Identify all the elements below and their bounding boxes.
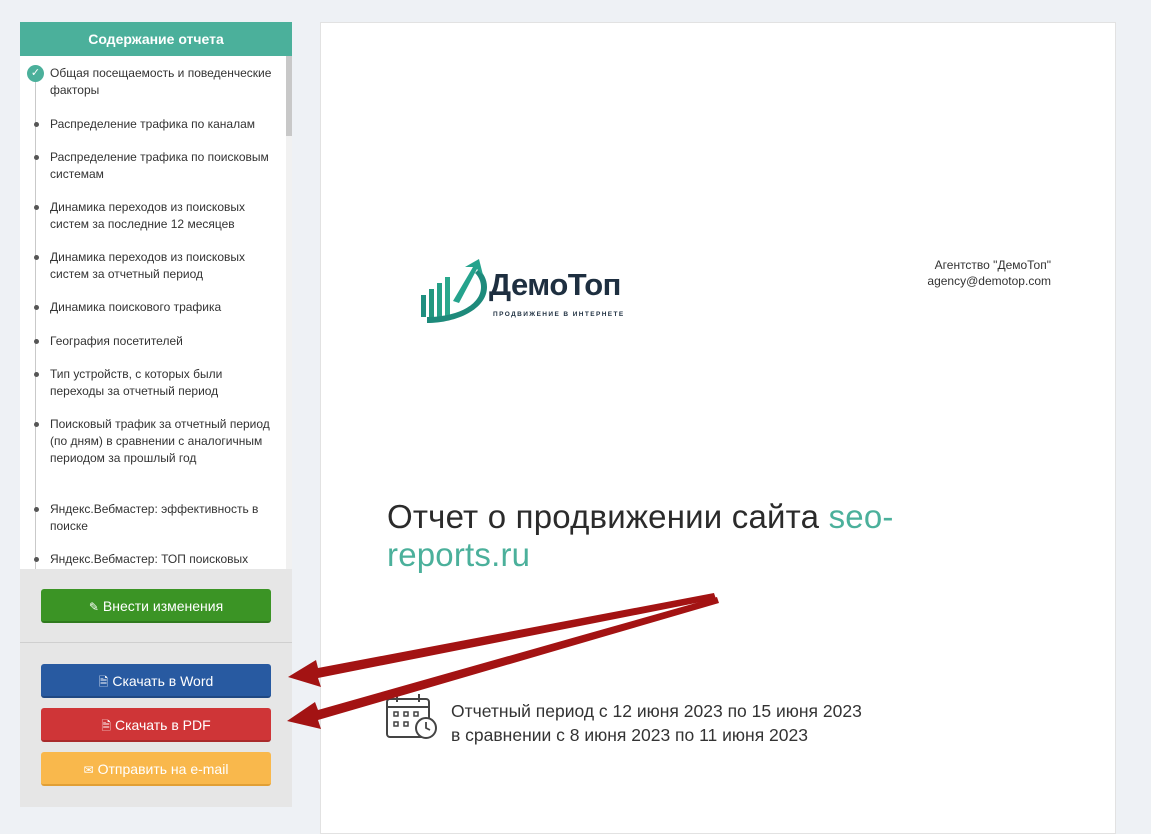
bullet-icon bbox=[34, 305, 39, 310]
toc-item[interactable]: Динамика переходов из поисковых систем з… bbox=[34, 199, 275, 233]
check-icon: ✓ bbox=[27, 65, 44, 82]
download-word-button[interactable]: 🗎 Скачать в Word bbox=[41, 664, 271, 698]
toc-item[interactable]: ✓ Общая посещаемость и поведенческие фак… bbox=[27, 65, 275, 99]
bullet-icon bbox=[34, 122, 39, 127]
toc-item[interactable]: Яндекс.Вебмастер: ТОП поисковых bbox=[34, 551, 275, 568]
bullet-icon bbox=[34, 255, 39, 260]
toc-item[interactable]: География посетителей bbox=[34, 333, 275, 350]
toc-header: Содержание отчета bbox=[20, 22, 292, 56]
toc-item[interactable]: Распределение трафика по поисковым систе… bbox=[34, 149, 275, 183]
edit-icon: ✎ bbox=[88, 600, 99, 614]
toc-item-label: Яндекс.Вебмастер: эффективность в поиске bbox=[50, 502, 259, 533]
toc-timeline-line bbox=[35, 68, 36, 569]
toc-item-label: География посетителей bbox=[50, 334, 183, 348]
toc-item-label: Поисковый трафик за отчетный период (по … bbox=[50, 417, 270, 465]
bullet-icon bbox=[34, 422, 39, 427]
toc-scrollbar[interactable] bbox=[286, 56, 292, 569]
pdf-button-label: Скачать в PDF bbox=[114, 717, 211, 733]
bullet-icon bbox=[34, 557, 39, 562]
toc-item[interactable]: Динамика переходов из поисковых систем з… bbox=[34, 249, 275, 283]
toc-item[interactable]: Распределение трафика по каналам bbox=[34, 116, 275, 133]
word-file-icon: 🗎 bbox=[98, 675, 109, 689]
period-comparison: в сравнении с 8 июня 2023 по 11 июня 202… bbox=[451, 725, 808, 745]
envelope-icon: ✉ bbox=[83, 763, 94, 777]
toc-item[interactable]: Поисковый трафик за отчетный период (по … bbox=[34, 416, 275, 467]
toc-item[interactable]: Динамика поискового трафика bbox=[34, 299, 275, 316]
toc-item-label: Общая посещаемость и поведенческие факто… bbox=[50, 66, 272, 97]
email-button-label: Отправить на e-mail bbox=[97, 761, 229, 777]
bullet-icon bbox=[34, 339, 39, 344]
pdf-file-icon: 🗎 bbox=[101, 719, 111, 733]
agency-name: Агентство "ДемоТоп" bbox=[934, 258, 1051, 272]
logo-tagline: ПРОДВИЖЕНИЕ В ИНТЕРНЕТЕ bbox=[493, 311, 625, 318]
agency-email: agency@demotop.com bbox=[927, 274, 1051, 288]
logo-name: ДемоТоп bbox=[489, 267, 621, 302]
toc-item-label: Динамика переходов из поисковых систем з… bbox=[50, 200, 245, 231]
toc-item-label: Тип устройств, с которых были переходы з… bbox=[50, 367, 223, 398]
send-email-button[interactable]: ✉ Отправить на e-mail bbox=[41, 752, 271, 786]
toc-list-container[interactable]: ✓ Общая посещаемость и поведенческие фак… bbox=[20, 56, 292, 569]
agency-info: Агентство "ДемоТоп" agency@demotop.com bbox=[927, 257, 1051, 289]
sidebar-divider bbox=[20, 642, 292, 643]
calendar-clock-icon bbox=[386, 694, 437, 739]
bullet-icon bbox=[34, 372, 39, 377]
toc-item[interactable]: Тип устройств, с которых были переходы з… bbox=[34, 366, 275, 400]
toc-scroll-thumb[interactable] bbox=[286, 56, 292, 136]
report-title-text: Отчет о продвижении сайта bbox=[387, 498, 820, 535]
toc-item-label: Распределение трафика по каналам bbox=[50, 117, 256, 131]
toc-item-label: Динамика переходов из поисковых систем з… bbox=[50, 250, 245, 281]
toc-item-label: Динамика поискового трафика bbox=[50, 300, 222, 314]
download-pdf-button[interactable]: 🗎 Скачать в PDF bbox=[41, 708, 271, 742]
period-current: Отчетный период с 12 июня 2023 по 15 июн… bbox=[451, 701, 862, 721]
bullet-icon bbox=[34, 205, 39, 210]
edit-report-button[interactable]: ✎ Внести изменения bbox=[41, 589, 271, 623]
bullet-icon bbox=[34, 155, 39, 160]
company-logo: ДемоТоп ПРОДВИЖЕНИЕ В ИНТЕРНЕТЕ bbox=[413, 257, 639, 325]
bullet-icon bbox=[34, 507, 39, 512]
edit-button-label: Внести изменения bbox=[102, 598, 224, 614]
report-period: Отчетный период с 12 июня 2023 по 15 июн… bbox=[451, 699, 862, 747]
toc-item-label: Распределение трафика по поисковым систе… bbox=[50, 150, 269, 181]
report-preview-page: ДемоТоп ПРОДВИЖЕНИЕ В ИНТЕРНЕТЕ Агентств… bbox=[320, 22, 1116, 834]
logo-mark-icon bbox=[421, 259, 487, 323]
word-button-label: Скачать в Word bbox=[112, 673, 214, 689]
report-contents-sidebar: Содержание отчета ✓ Общая посещаемость и… bbox=[20, 22, 292, 807]
report-title: Отчет о продвижении сайта seo-reports.ru bbox=[387, 498, 1007, 574]
toc-item-label: Яндекс.Вебмастер: ТОП поисковых bbox=[50, 552, 249, 566]
toc-item[interactable]: Яндекс.Вебмастер: эффективность в поиске bbox=[34, 501, 275, 535]
